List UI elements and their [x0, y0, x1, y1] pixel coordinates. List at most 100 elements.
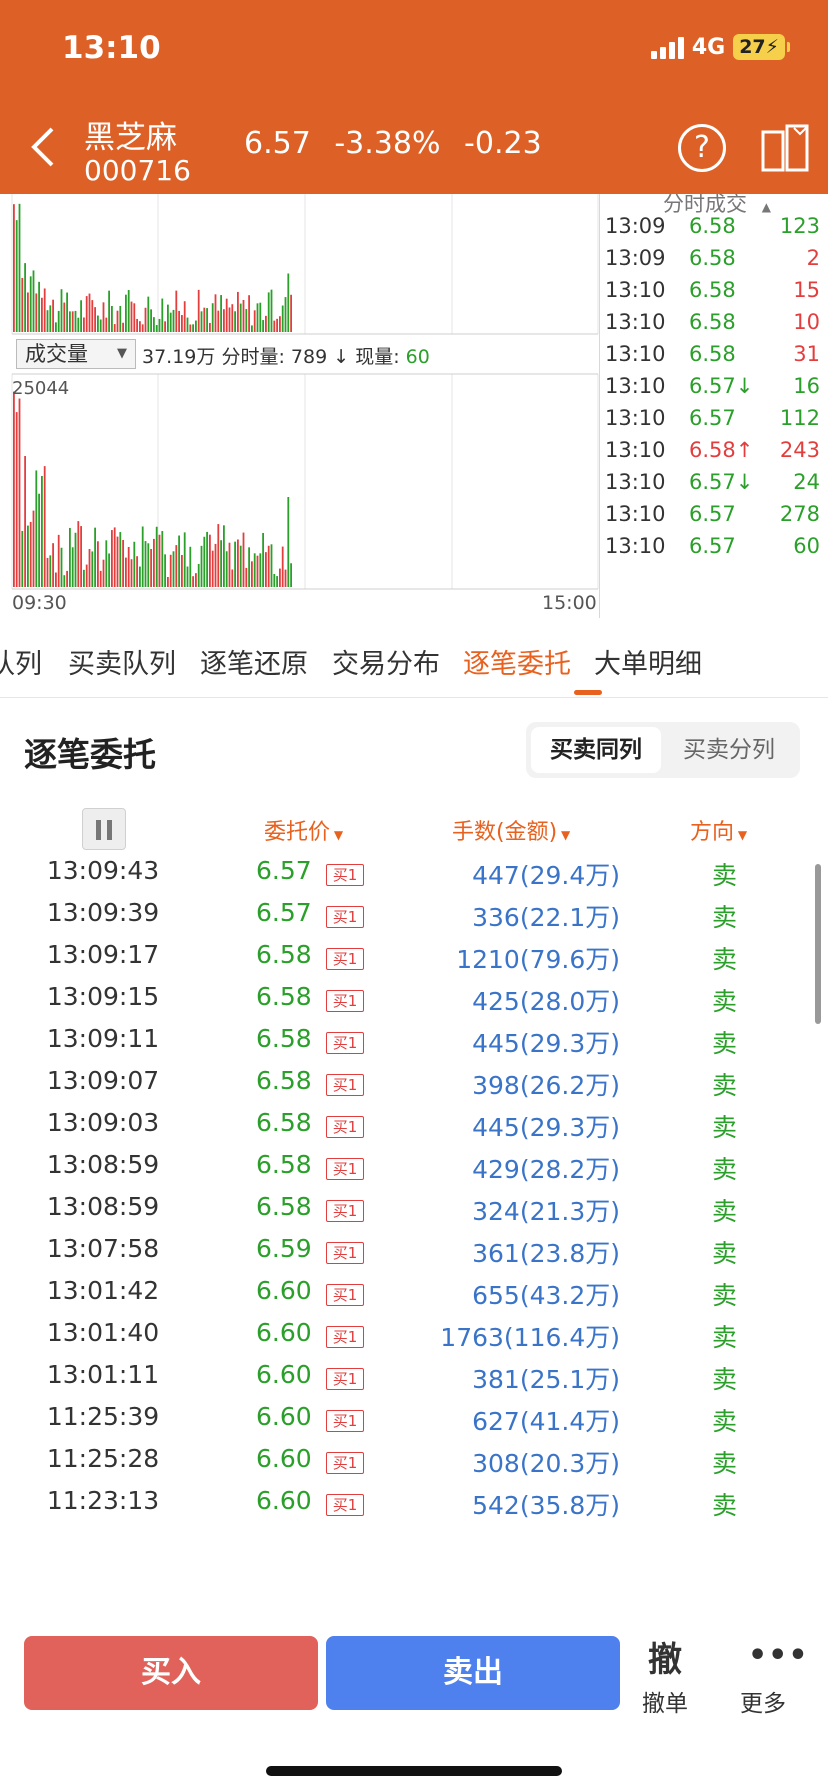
trade-time: 13:10 — [605, 406, 666, 430]
toggle-split-column[interactable]: 买卖分列 — [664, 727, 794, 773]
cancel-order-label[interactable]: 撤单 — [642, 1684, 688, 1718]
order-row[interactable]: 13:08:59 6.58 买1 429(28.2万) 卖 — [0, 1150, 828, 1198]
volume-bar — [27, 525, 29, 587]
order-row[interactable]: 13:01:40 6.60 买1 1763(116.4万) 卖 — [0, 1318, 828, 1366]
x-axis-end: 15:00 — [542, 592, 597, 614]
minute-trades-panel[interactable]: 分时成交 ▲ 13:09 6.58 123 13:09 6.58 2 13:10 6.58 15… — [601, 194, 828, 618]
order-amount: 336(22.1万) — [472, 903, 620, 932]
order-time: 13:09:39 — [46, 898, 160, 927]
volume-bar — [63, 575, 66, 587]
volume-bar — [200, 311, 203, 332]
volume-bar — [237, 539, 239, 587]
volume-bar — [178, 310, 180, 332]
order-row[interactable]: 11:25:39 6.60 买1 627(41.4万) 卖 — [0, 1402, 828, 1450]
trade-volume: 60 — [793, 534, 820, 558]
order-level-tag: 买1 — [326, 1158, 364, 1180]
volume-bar — [85, 564, 88, 587]
tab-4[interactable]: 逐笔委托 — [463, 642, 571, 681]
tab-5[interactable]: 大单明细 — [594, 642, 702, 681]
trade-time: 13:10 — [605, 278, 666, 302]
volume-bar — [63, 302, 66, 332]
order-row[interactable]: 13:01:11 6.60 买1 381(25.1万) 卖 — [0, 1360, 828, 1408]
cancel-order-icon[interactable]: 撤 — [648, 1632, 682, 1681]
order-row[interactable]: 13:07:58 6.59 买1 361(23.8万) 卖 — [0, 1234, 828, 1282]
tab-2[interactable]: 逐笔还原 — [200, 642, 308, 681]
order-row[interactable]: 13:09:17 6.58 买1 1210(79.6万) 卖 — [0, 940, 828, 988]
order-amount: 627(41.4万) — [472, 1407, 620, 1436]
more-label[interactable]: 更多 — [740, 1684, 786, 1718]
volume-bar — [43, 288, 46, 332]
volume-bar — [105, 317, 108, 332]
trade-price: 6.57↓ — [689, 470, 754, 494]
help-icon[interactable]: ? — [678, 124, 726, 172]
volume-bar — [175, 545, 178, 587]
volume-bar — [97, 541, 99, 587]
order-row[interactable]: 11:23:13 6.60 买1 542(35.8万) 卖 — [0, 1486, 828, 1534]
column-amount-label: 手数(金额) — [452, 820, 558, 845]
trade-time: 13:09 — [605, 214, 666, 238]
order-row[interactable]: 13:09:03 6.58 买1 445(29.3万) 卖 — [0, 1108, 828, 1156]
volume-bar — [214, 294, 217, 332]
volume-bar — [172, 309, 175, 332]
back-arrow-icon[interactable] — [26, 125, 62, 169]
volume-bar — [125, 557, 127, 587]
volume-bar — [144, 541, 147, 587]
active-tab-indicator — [574, 690, 602, 695]
volume-bar — [136, 318, 138, 332]
order-amount: 398(26.2万) — [472, 1071, 620, 1100]
stock-code: 000716 — [84, 154, 191, 187]
order-direction: 卖 — [712, 1029, 738, 1058]
order-time: 13:09:11 — [46, 1024, 160, 1053]
minute-trade-row: 13:10 6.58 10 — [601, 310, 828, 346]
order-time: 13:07:58 — [46, 1234, 160, 1263]
trade-volume: 278 — [779, 502, 820, 526]
tab-3[interactable]: 交易分布 — [332, 642, 440, 681]
volume-bar — [66, 570, 68, 587]
more-icon[interactable]: ••• — [748, 1638, 809, 1673]
order-row[interactable]: 13:09:15 6.58 买1 425(28.0万) 卖 — [0, 982, 828, 1030]
volume-bar — [239, 545, 242, 587]
volume-chart-area[interactable]: 成交量 ▼ 37.19万 分时量: 789 ↓ 现量: 60 25044 09:… — [0, 194, 600, 618]
order-row[interactable]: 11:25:28 6.60 买1 308(20.3万) 卖 — [0, 1444, 828, 1492]
volume-bar — [35, 470, 38, 587]
order-direction: 卖 — [712, 1281, 738, 1310]
order-row[interactable]: 13:01:42 6.60 买1 655(43.2万) 卖 — [0, 1276, 828, 1324]
volume-bar — [217, 310, 220, 332]
volume-bar — [49, 305, 52, 332]
tab-1[interactable]: 买卖队列 — [68, 642, 176, 681]
order-direction: 卖 — [712, 987, 738, 1016]
toggle-same-column[interactable]: 买卖同列 — [531, 727, 661, 773]
scrollbar[interactable] — [815, 864, 821, 1024]
order-row[interactable]: 13:09:39 6.57 买1 336(22.1万) 卖 — [0, 898, 828, 946]
order-row[interactable]: 13:09:07 6.58 买1 398(26.2万) 卖 — [0, 1066, 828, 1114]
tab-0[interactable]: 队列 — [0, 642, 42, 681]
order-list[interactable]: 13:09:43 6.57 买1 447(29.4万) 卖 13:09:39 6.57 买1 3… — [0, 858, 828, 1618]
indicator-select[interactable]: 成交量 ▼ — [16, 339, 136, 369]
order-row[interactable]: 13:08:59 6.58 买1 324(21.3万) 卖 — [0, 1192, 828, 1240]
order-amount: 542(35.8万) — [472, 1491, 620, 1520]
column-amount[interactable]: 手数(金额) ▼ — [452, 814, 570, 846]
pause-button[interactable] — [82, 808, 126, 850]
column-price[interactable]: 委托价 ▼ — [264, 814, 343, 846]
volume-bar — [153, 538, 155, 587]
volume-bar — [273, 320, 276, 332]
order-amount: 445(29.3万) — [472, 1029, 620, 1058]
volume-bar — [164, 321, 166, 332]
volume-bar — [183, 301, 186, 332]
y-axis-max: 25044 — [12, 378, 70, 399]
order-level-tag: 买1 — [326, 864, 364, 886]
volume-bar — [262, 320, 264, 332]
order-price: 6.60 — [256, 1360, 312, 1389]
switch-view-icon[interactable] — [760, 122, 810, 174]
column-direction[interactable]: 方向 ▼ — [690, 814, 747, 846]
buy-button[interactable]: 买入 — [24, 1636, 318, 1710]
volume-bar — [60, 289, 63, 332]
header: 13:10 4G 27⚡ 黑芝麻 000716 6.57 -3.38% -0.2… — [0, 0, 828, 194]
volume-bar — [211, 303, 214, 332]
order-row[interactable]: 13:09:11 6.58 买1 445(29.3万) 卖 — [0, 1024, 828, 1072]
volume-bar — [21, 530, 24, 587]
volume-bar — [52, 543, 54, 587]
volume-bar — [102, 302, 105, 332]
sell-button[interactable]: 卖出 — [326, 1636, 620, 1710]
volume-bar — [32, 270, 35, 332]
